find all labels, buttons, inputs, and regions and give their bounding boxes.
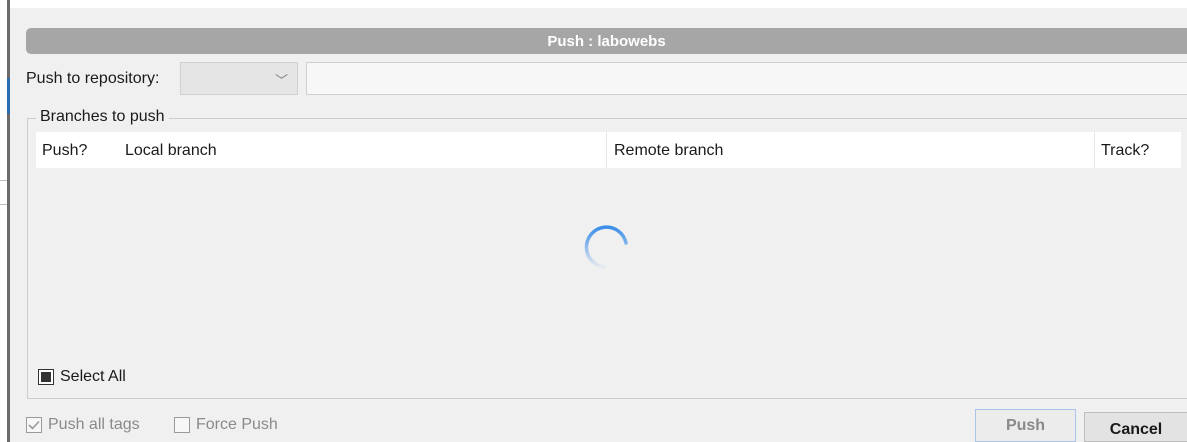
chevron-down-icon: ﹀ — [274, 73, 288, 88]
repository-url-field[interactable] — [306, 62, 1187, 95]
left-divider — [0, 180, 7, 181]
top-window-edge — [10, 0, 1187, 8]
force-push-checkbox[interactable]: Force Push — [174, 416, 278, 434]
column-header-push[interactable]: Push? — [42, 132, 87, 168]
select-all-checkbox[interactable]: Select All — [38, 368, 126, 386]
indeterminate-checkbox-icon — [38, 369, 54, 385]
repository-label: Push to repository: — [26, 70, 160, 87]
push-all-tags-label: Push all tags — [48, 416, 140, 433]
dialog-title-bar[interactable]: Push : labowebs — [26, 28, 1187, 54]
force-push-label: Force Push — [196, 416, 278, 433]
column-header-remote-branch[interactable]: Remote branch — [614, 132, 723, 168]
checkbox-unchecked-icon — [174, 417, 190, 433]
left-divider — [0, 204, 7, 205]
select-all-label: Select All — [60, 368, 126, 385]
branches-table-header: Push? Local branch Remote branch Track? — [36, 132, 1181, 168]
column-separator[interactable] — [606, 132, 607, 168]
column-header-track[interactable]: Track? — [1101, 132, 1149, 168]
dialog-title: Push : labowebs — [547, 32, 666, 50]
spinner-icon — [584, 225, 628, 269]
checkbox-checked-icon — [26, 417, 42, 433]
push-button[interactable]: Push — [975, 409, 1076, 442]
column-separator[interactable] — [1094, 132, 1095, 168]
cancel-button[interactable]: Cancel — [1084, 412, 1187, 442]
branches-group-legend: Branches to push — [36, 108, 169, 126]
repository-dropdown[interactable]: ﹀ — [180, 62, 298, 95]
push-all-tags-checkbox[interactable]: Push all tags — [26, 416, 140, 434]
left-window-border — [7, 0, 10, 442]
column-header-local-branch[interactable]: Local branch — [125, 132, 217, 168]
left-selection-accent — [7, 78, 10, 114]
